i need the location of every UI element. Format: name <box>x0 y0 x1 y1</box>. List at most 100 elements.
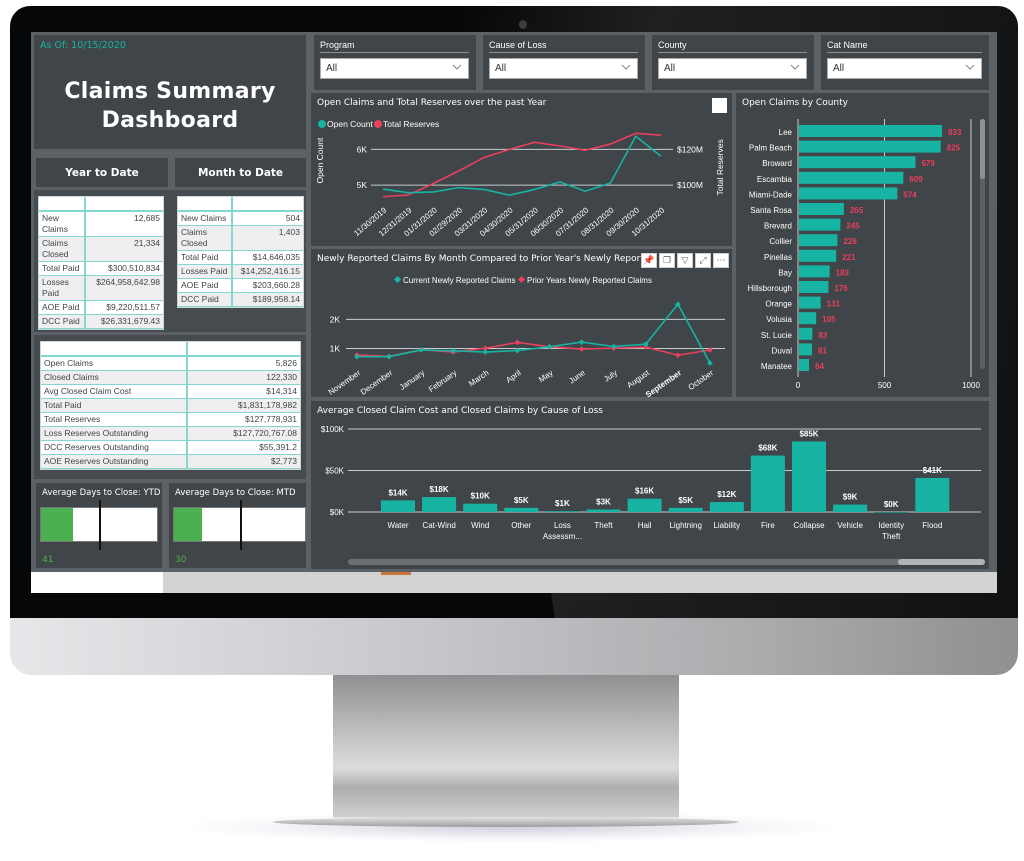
monitor-stand <box>333 675 679 818</box>
legend-marker-open-count <box>318 120 326 128</box>
category-label: Duval <box>772 346 793 355</box>
row-label: Total Paid <box>178 251 233 264</box>
page-tab-area[interactable] <box>31 572 163 593</box>
line-chart-svg: Current Newly Reported Claims Prior Years… <box>327 275 725 397</box>
page-tabs-bar <box>31 572 997 593</box>
scrollbar-thumb[interactable] <box>980 119 985 179</box>
table-row: AOE Reserves Outstanding $2,773 <box>41 455 300 469</box>
data-label: $9K <box>843 493 858 502</box>
category-label: Hillsborough <box>748 284 792 293</box>
y-tick-label: 6K <box>357 144 368 154</box>
data-point <box>418 347 425 353</box>
data-label: $14K <box>388 488 407 497</box>
data-label: $16K <box>635 487 654 496</box>
data-label: $68K <box>758 444 777 453</box>
category-label: Hail <box>638 521 652 530</box>
as-of-date: As Of: 10/15/2020 <box>40 40 126 51</box>
bar <box>799 327 813 340</box>
chart-scrollbar[interactable] <box>980 119 985 369</box>
category-label: Vehicle <box>837 521 863 530</box>
slicer-county: County All <box>652 35 814 90</box>
slicer-cat-value: All <box>833 63 845 74</box>
legend-label: Open Count <box>327 119 373 129</box>
bar <box>833 504 868 512</box>
gauge-mtd-title: Average Days to Close: MTD <box>175 488 296 498</box>
slicer-county-value: All <box>664 63 676 74</box>
bar <box>799 281 829 293</box>
category-label: Manatee <box>761 362 793 371</box>
slicer-county-dropdown[interactable]: All <box>658 58 807 79</box>
ytd-table: New Claims 12,685 Claims Closed 21,334 Total… <box>38 196 164 330</box>
row-label: Losses Paid <box>178 265 233 278</box>
bar <box>799 156 916 169</box>
y-tick-label: 2K <box>330 314 341 324</box>
open-claims-reserves-chart[interactable]: Open Claims and Total Reserves over the … <box>311 93 732 246</box>
y-tick-label: 1K <box>330 344 341 354</box>
slicer-cat-dropdown[interactable]: All <box>827 58 982 79</box>
row-label: Losses Paid <box>39 276 86 300</box>
bar <box>792 441 826 512</box>
bar <box>799 359 810 371</box>
mtd-header: Month to Date <box>175 158 306 187</box>
slicer-cause-dropdown[interactable]: All <box>489 58 638 79</box>
row-label: DCC Paid <box>178 293 233 306</box>
data-label: 825 <box>947 144 961 153</box>
category-label: Miami-Dade <box>749 190 793 199</box>
y-tick-label: $100K <box>321 425 345 434</box>
bar <box>799 234 838 247</box>
slicer-program-dropdown[interactable]: All <box>320 58 469 79</box>
bar <box>799 296 821 309</box>
data-label: $12K <box>717 490 736 499</box>
slicer-cause-label: Cause of Loss <box>489 40 638 53</box>
row-value: 1,403 <box>278 227 300 237</box>
legend-marker-current <box>393 275 402 284</box>
category-label: Liability <box>713 521 740 530</box>
row-value: $203,660.28 <box>252 280 300 290</box>
data-label: 574 <box>903 190 917 199</box>
data-label: 228 <box>843 237 857 246</box>
row-label: Closed Claims <box>41 371 188 384</box>
data-label: $5K <box>514 496 529 505</box>
page-title-line2: Dashboard <box>101 108 239 133</box>
table-row: AOE Paid $203,660.28 <box>178 279 303 293</box>
category-label: Identity <box>878 521 904 530</box>
bar <box>545 511 580 512</box>
data-label: 64 <box>815 362 824 371</box>
data-label: $0K <box>884 500 899 509</box>
table-row: Total Paid $1,831,178,982 <box>41 399 300 413</box>
table-row: Claims Closed 21,334 <box>39 237 163 262</box>
page-title-line1: Claims Summary <box>64 79 276 104</box>
data-label: $41K <box>923 466 942 475</box>
x-tick-label: 500 <box>878 381 892 390</box>
data-label: 221 <box>842 253 856 262</box>
data-label: 83 <box>818 331 827 340</box>
category-label: Collier <box>769 237 792 246</box>
bar <box>750 455 785 512</box>
mtd-label: Month to Date <box>197 166 284 179</box>
chart-scrollbar[interactable] <box>348 559 985 565</box>
data-label: $85K <box>799 429 818 438</box>
row-value: 504 <box>285 213 300 223</box>
row-value: $127,720,767.08 <box>233 428 297 438</box>
monitor-chin <box>10 617 1018 675</box>
newly-reported-chart[interactable]: Newly Reported Claims By Month Compared … <box>311 249 732 397</box>
row-value: $300,510,834 <box>108 263 160 273</box>
table-row: New Claims 504 <box>178 212 303 226</box>
x-tick-label: July <box>602 368 619 384</box>
gauge-mtd-tile: Average Days to Close: MTD 30 <box>169 483 306 568</box>
category-label: Orange <box>765 300 792 309</box>
table-row: AOE Paid $9,220,511.57 <box>39 301 163 315</box>
cause-of-loss-chart[interactable]: Average Closed Claim Cost and Closed Cla… <box>311 401 989 569</box>
county-bar-chart[interactable]: Open Claims by County 0 500 1000 Lee 833 Palm… <box>736 93 989 397</box>
camera-icon <box>519 20 527 29</box>
table-row: DCC Paid $26,331,679.43 <box>39 315 163 329</box>
bar <box>799 312 817 325</box>
category-label: Other <box>511 521 531 530</box>
category-label: Cat-Wind <box>422 521 455 530</box>
scrollbar-thumb[interactable] <box>898 559 985 565</box>
data-label: 833 <box>948 128 962 137</box>
gauge-ytd-target <box>99 500 101 550</box>
row-value: $189,958.14 <box>252 294 300 304</box>
title-tile: As Of: 10/15/2020 Claims Summary Dashboa… <box>34 35 306 149</box>
x-tick-label: June <box>567 368 587 386</box>
